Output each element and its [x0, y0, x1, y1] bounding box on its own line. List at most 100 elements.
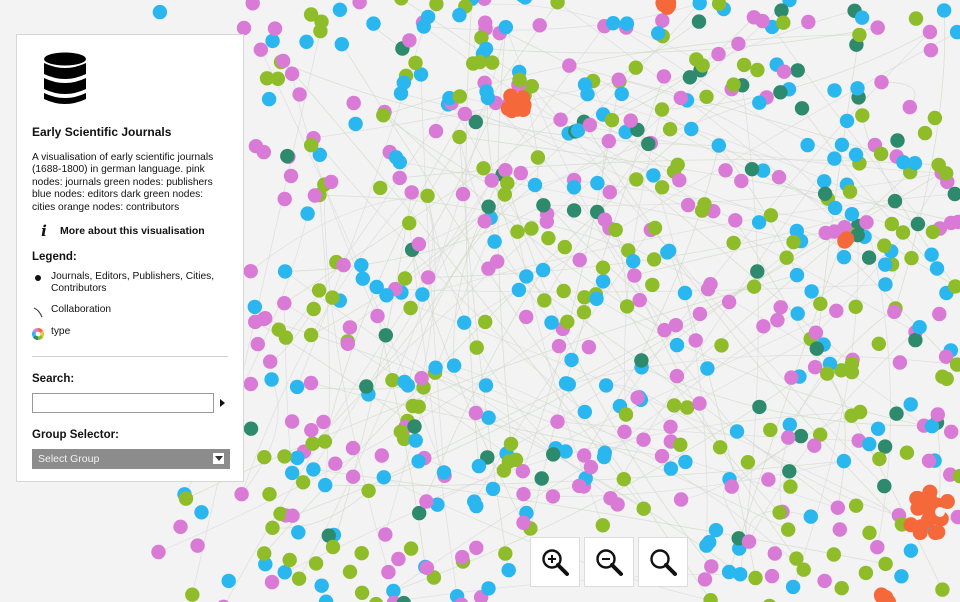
editor-node[interactable] — [478, 378, 494, 393]
citie-node[interactable] — [793, 428, 809, 444]
journal-node[interactable] — [669, 368, 685, 384]
editor-node[interactable] — [366, 16, 381, 31]
journal-node[interactable] — [680, 197, 696, 213]
journal-node[interactable] — [597, 212, 612, 227]
journal-node[interactable] — [391, 551, 406, 567]
citie-node[interactable] — [750, 264, 765, 279]
editor-node[interactable] — [388, 150, 404, 165]
publisher-node[interactable] — [616, 472, 631, 487]
editor-node[interactable] — [379, 288, 394, 303]
publisher-node[interactable] — [314, 14, 329, 29]
journal-node[interactable] — [173, 519, 188, 534]
publisher-node[interactable] — [469, 340, 484, 355]
journal-node[interactable] — [770, 313, 785, 328]
publisher-node[interactable] — [862, 525, 877, 540]
journal-node[interactable] — [632, 293, 647, 308]
publisher-node[interactable] — [304, 138, 319, 153]
publisher-node[interactable] — [185, 587, 200, 602]
publisher-node[interactable] — [452, 129, 467, 145]
publisher-node[interactable] — [878, 556, 893, 572]
editor-node[interactable] — [854, 10, 870, 25]
publisher-node[interactable] — [530, 150, 546, 165]
editor-node[interactable] — [590, 175, 605, 191]
editor-node[interactable] — [651, 26, 666, 41]
editor-node[interactable] — [290, 450, 305, 466]
zoom-out-button[interactable] — [584, 537, 634, 587]
citie-node[interactable] — [890, 133, 905, 148]
editor-node[interactable] — [626, 254, 641, 269]
publisher-node[interactable] — [699, 89, 714, 105]
citie-node[interactable] — [280, 148, 295, 164]
publisher-node[interactable] — [385, 373, 400, 388]
editor-node[interactable] — [299, 34, 314, 49]
citie-node[interactable] — [546, 447, 561, 462]
editor-node[interactable] — [789, 267, 805, 283]
journal-node[interactable] — [551, 338, 567, 354]
citie-node[interactable] — [889, 406, 904, 421]
journal-node[interactable] — [370, 308, 385, 324]
journal-node[interactable] — [336, 257, 351, 273]
publisher-node[interactable] — [703, 593, 718, 602]
journal-node[interactable] — [870, 540, 885, 555]
journal-node[interactable] — [617, 424, 632, 439]
journal-node[interactable] — [428, 123, 444, 139]
citie-node[interactable] — [877, 478, 892, 494]
publisher-node[interactable] — [557, 239, 572, 255]
editor-node[interactable] — [619, 16, 635, 31]
journal-node[interactable] — [932, 306, 947, 322]
citie-node[interactable] — [861, 250, 877, 265]
publisher-node[interactable] — [842, 184, 858, 199]
editor-node[interactable] — [929, 261, 945, 276]
editor-node[interactable] — [291, 525, 306, 540]
journal-node[interactable] — [545, 489, 561, 504]
publisher-node[interactable] — [262, 487, 277, 502]
publisher-node[interactable] — [429, 0, 444, 12]
publisher-node[interactable] — [848, 498, 864, 513]
editor-node[interactable] — [669, 337, 685, 353]
publisher-node[interactable] — [541, 231, 556, 246]
journal-node[interactable] — [703, 277, 718, 292]
publisher-node[interactable] — [405, 398, 420, 414]
journal-node[interactable] — [930, 407, 945, 422]
editor-node[interactable] — [485, 481, 501, 497]
journal-node[interactable] — [283, 168, 299, 184]
editor-node[interactable] — [836, 453, 852, 469]
editor-node[interactable] — [614, 86, 629, 102]
journal-node[interactable] — [342, 320, 358, 335]
publisher-node[interactable] — [510, 224, 525, 239]
editor-node[interactable] — [420, 9, 436, 25]
journal-node[interactable] — [374, 448, 389, 463]
publisher-node[interactable] — [595, 260, 611, 275]
editor-node[interactable] — [834, 137, 850, 152]
journal-node[interactable] — [801, 14, 816, 30]
publisher-node[interactable] — [673, 437, 688, 452]
journal-node[interactable] — [581, 339, 597, 355]
journal-node[interactable] — [773, 300, 788, 315]
editor-node[interactable] — [903, 397, 918, 412]
journal-node[interactable] — [721, 294, 737, 310]
publisher-node[interactable] — [342, 564, 358, 579]
citie-node[interactable] — [536, 198, 551, 213]
journal-node[interactable] — [477, 214, 492, 229]
publisher-node[interactable] — [899, 445, 915, 460]
journal-node[interactable] — [767, 546, 782, 561]
journal-node[interactable] — [630, 390, 645, 405]
editor-node[interactable] — [306, 462, 321, 477]
editor-node[interactable] — [285, 465, 300, 481]
publisher-node[interactable] — [325, 290, 340, 305]
journal-node[interactable] — [746, 10, 762, 25]
journal-node[interactable] — [923, 43, 939, 58]
editor-node[interactable] — [561, 377, 576, 392]
editor-node[interactable] — [589, 291, 604, 306]
publisher-node[interactable] — [931, 157, 946, 173]
publisher-node[interactable] — [646, 252, 662, 267]
publisher-node[interactable] — [354, 585, 370, 600]
journal-node[interactable] — [284, 66, 300, 82]
editor-node[interactable] — [936, 3, 952, 18]
publisher-node[interactable] — [524, 221, 539, 236]
journal-node[interactable] — [572, 252, 587, 268]
journal-node[interactable] — [902, 99, 917, 115]
publisher-node[interactable] — [369, 596, 383, 602]
publisher-node[interactable] — [496, 463, 512, 478]
editor-node[interactable] — [782, 417, 797, 432]
